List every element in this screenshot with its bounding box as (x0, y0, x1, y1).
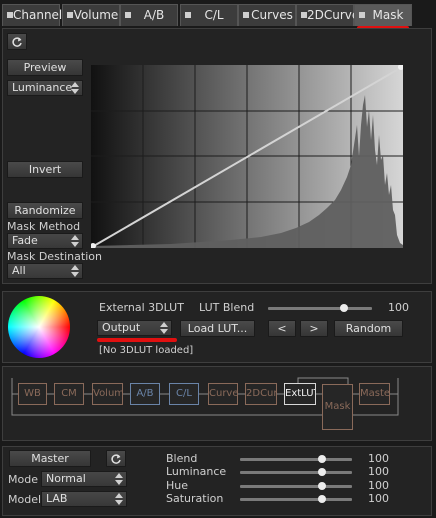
pipeline-node-curves[interactable]: Curves (208, 383, 238, 405)
updown-arrow-icon (71, 235, 79, 247)
lut-blend-label: LUT Blend (199, 301, 255, 314)
pipeline-node-cm[interactable]: CM (54, 383, 84, 405)
annotation-underline-output (97, 338, 177, 342)
lut-output-select[interactable]: Output (97, 320, 172, 336)
luminance-label: Luminance (166, 465, 227, 478)
blend-slider[interactable] (240, 455, 352, 463)
mask-destination-select[interactable]: All (7, 263, 83, 279)
invert-button[interactable]: Invert (7, 161, 83, 178)
tab-2dcurves[interactable]: 2DCurves (296, 4, 366, 26)
pipeline-node-2dcur[interactable]: 2DCur (245, 383, 277, 405)
luminance-value: 100 (368, 465, 389, 478)
tab-volume[interactable]: Volume (62, 4, 120, 26)
tab-ab[interactable]: A/B (120, 4, 178, 26)
saturation-slider[interactable] (240, 495, 352, 503)
mask-curve-graph[interactable] (91, 65, 403, 248)
randomize-button[interactable]: Randomize (7, 202, 83, 219)
refresh-icon (12, 37, 22, 47)
channel-select[interactable]: Luminance (7, 80, 83, 96)
pipeline-node-extlut[interactable]: ExtLUT (284, 383, 316, 405)
updown-arrow-icon (115, 493, 123, 505)
next-lut-button[interactable]: > (300, 320, 328, 337)
pipeline-node-volume[interactable]: Volume (92, 383, 123, 405)
hue-slider[interactable] (240, 482, 352, 490)
external-3dlut-label: External 3DLUT (99, 301, 184, 314)
tab-curves[interactable]: Curves (238, 4, 296, 26)
pipeline-node-master[interactable]: Master (359, 383, 390, 405)
hue-label: Hue (166, 479, 189, 492)
lut-blend-slider[interactable] (268, 304, 372, 312)
mask-destination-label: Mask Destination (7, 250, 102, 263)
master-reset-button[interactable] (106, 450, 126, 467)
tab-mask[interactable]: Mask (354, 4, 412, 26)
slider-knob[interactable] (318, 468, 326, 476)
blend-value: 100 (368, 452, 389, 465)
refresh-icon (111, 454, 121, 464)
model-select[interactable]: LAB (41, 491, 127, 507)
slider-knob[interactable] (340, 304, 348, 312)
slider-knob[interactable] (318, 482, 326, 490)
updown-arrow-icon (71, 265, 79, 277)
slider-knob[interactable] (318, 495, 326, 503)
blend-label: Blend (166, 452, 198, 465)
prev-lut-button[interactable]: < (268, 320, 296, 337)
color-wheel-icon (8, 296, 70, 358)
saturation-value: 100 (368, 492, 389, 505)
preview-button[interactable]: Preview (7, 59, 83, 76)
random-lut-button[interactable]: Random (334, 320, 403, 337)
load-lut-button[interactable]: Load LUT... (180, 320, 255, 337)
tab-cl[interactable]: C/L (180, 4, 238, 26)
pipeline-node-ab[interactable]: A/B (130, 383, 160, 405)
mask-method-select[interactable]: Fade (7, 233, 83, 249)
updown-arrow-icon (71, 82, 79, 94)
mask-method-label: Mask Method (7, 220, 81, 233)
updown-arrow-icon (160, 322, 168, 334)
luminance-slider[interactable] (240, 468, 352, 476)
pipeline-node-wb[interactable]: WB (18, 383, 47, 405)
updown-arrow-icon (115, 473, 123, 485)
slider-knob[interactable] (318, 455, 326, 463)
mode-label: Mode (8, 473, 38, 486)
pipeline-node-mask[interactable]: Mask (322, 384, 353, 430)
hue-value: 100 (368, 479, 389, 492)
master-button[interactable]: Master (9, 450, 91, 467)
lut-blend-value: 100 (388, 301, 409, 314)
saturation-label: Saturation (166, 492, 224, 505)
lut-status-text: [No 3DLUT loaded] (99, 345, 194, 356)
pipeline-node-cl[interactable]: C/L (169, 383, 199, 405)
reset-button[interactable] (7, 33, 27, 50)
model-label: Model (8, 493, 42, 506)
tab-channels[interactable]: Channels (2, 4, 69, 26)
mode-select[interactable]: Normal (41, 471, 127, 487)
